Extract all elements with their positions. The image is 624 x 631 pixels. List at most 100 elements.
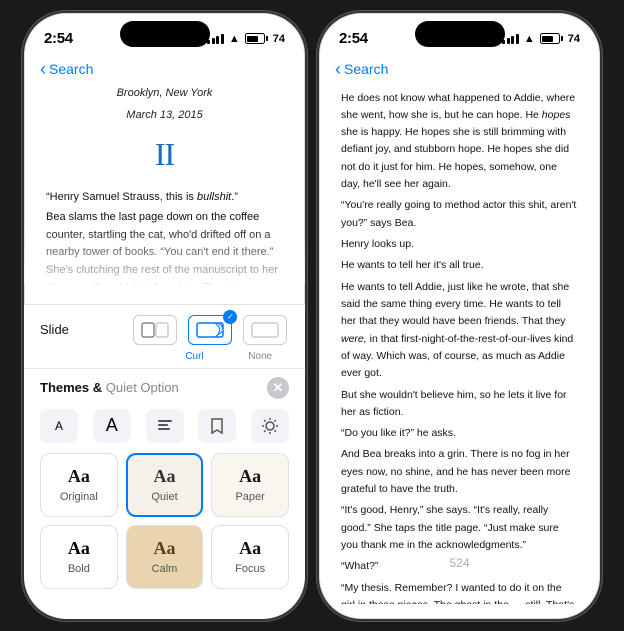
theme-focus-label: Focus <box>235 563 265 575</box>
format-button[interactable] <box>146 409 184 443</box>
themes-grid: Aa Original Aa Quiet Aa Paper Aa Bold Aa <box>24 449 305 599</box>
brightness-button[interactable] <box>251 409 289 443</box>
left-nav-bar: ‹ Search <box>24 57 305 84</box>
transitions-row: Slide ✓ <box>24 305 305 351</box>
book-chapter: II <box>46 128 283 181</box>
right-battery-body <box>540 33 560 44</box>
book-date: March 13, 2015 <box>46 106 283 124</box>
slide-label: Slide <box>40 322 69 337</box>
r-para-8: And Bea breaks into a grin. There is no … <box>341 446 578 498</box>
transition-label-curl: Curl <box>166 351 224 362</box>
right-battery-level: 74 <box>568 33 580 45</box>
none-icon <box>243 315 287 345</box>
theme-focus[interactable]: Aa Focus <box>211 525 289 589</box>
theme-quiet-label: Quiet <box>151 491 177 503</box>
theme-original-aa: Aa <box>68 466 90 487</box>
theme-paper[interactable]: Aa Paper <box>211 453 289 517</box>
right-battery-tip <box>561 36 563 41</box>
r-para-1: He does not know what happened to Addie,… <box>341 90 578 194</box>
signal-bar-4 <box>221 34 224 44</box>
right-nav-back[interactable]: ‹ Search <box>335 61 388 78</box>
signal-bars <box>207 34 224 44</box>
r-para-9: “It's good, Henry,” she says. “It's real… <box>341 502 578 554</box>
battery-icon <box>245 33 268 44</box>
theme-calm-aa: Aa <box>153 538 175 559</box>
transition-label-none: None <box>231 351 289 362</box>
battery-level: 74 <box>273 33 285 45</box>
dynamic-island <box>120 21 210 47</box>
r-signal-bar-4 <box>516 34 519 44</box>
battery-body <box>245 33 265 44</box>
r-para-11: “My thesis. Remember? I wanted to do it … <box>341 580 578 604</box>
right-battery-fill <box>542 36 553 42</box>
r-para-5: He wants to tell Addie, just like he wro… <box>341 279 578 383</box>
transition-labels: Curl None <box>24 351 305 368</box>
right-back-arrow-icon: ‹ <box>335 60 341 78</box>
para-1: “Henry Samuel Strauss, this is bullshit.… <box>46 189 283 207</box>
bottom-panel: Slide ✓ <box>24 304 305 619</box>
bookmark-button[interactable] <box>198 409 236 443</box>
theme-bold-aa: Aa <box>68 538 90 559</box>
theme-calm-label: Calm <box>152 563 178 575</box>
theme-original-label: Original <box>60 491 98 503</box>
right-status-icons: ▲ 74 <box>502 33 580 45</box>
font-decrease-button[interactable]: A <box>40 409 78 443</box>
theme-quiet-aa: Aa <box>153 466 175 487</box>
page-number: 524 <box>449 552 469 578</box>
battery-tip <box>266 36 268 41</box>
theme-calm[interactable]: Aa Calm <box>126 525 204 589</box>
themes-header: Themes & Quiet Option ✕ <box>24 373 305 403</box>
r-signal-bar-3 <box>511 36 514 44</box>
themes-header-text: Themes & Quiet Option <box>40 380 179 395</box>
theme-original[interactable]: Aa Original <box>40 453 118 517</box>
right-time: 2:54 <box>339 30 368 47</box>
left-nav-back[interactable]: ‹ Search <box>40 61 93 78</box>
r-para-3: Henry looks up. <box>341 236 578 253</box>
right-dynamic-island <box>415 21 505 47</box>
right-battery-icon <box>540 33 563 44</box>
slide-icon <box>133 315 177 345</box>
book-location: Brooklyn, New York <box>46 84 283 102</box>
r-signal-bar-1 <box>502 40 505 44</box>
check-mark: ✓ <box>223 310 237 324</box>
r-signal-bar-2 <box>507 38 510 44</box>
theme-focus-aa: Aa <box>239 538 261 559</box>
page-number-container: 524 <box>319 554 600 574</box>
close-button[interactable]: ✕ <box>267 377 289 399</box>
theme-paper-aa: Aa <box>239 466 261 487</box>
right-back-label: Search <box>344 61 388 77</box>
r-para-6: But she wouldn't believe him, so he lets… <box>341 387 578 422</box>
para-2: Bea slams the last page down on the coff… <box>46 209 283 283</box>
theme-bold-label: Bold <box>68 563 90 575</box>
left-time: 2:54 <box>44 30 73 47</box>
right-wifi-icon: ▲ <box>524 33 535 45</box>
battery-fill <box>247 36 258 42</box>
font-controls-row: A A <box>24 403 305 449</box>
signal-bar-1 <box>207 40 210 44</box>
theme-quiet[interactable]: Aa Quiet <box>126 453 204 517</box>
transition-label-slide <box>100 351 158 362</box>
book-text: “Henry Samuel Strauss, this is bullshit.… <box>46 189 283 284</box>
r-para-4: He wants to tell her it's all true. <box>341 257 578 274</box>
left-phone: 2:54 ▲ 74 ‹ <box>22 11 307 621</box>
curl-icon: ✓ <box>188 315 232 345</box>
font-increase-button[interactable]: A <box>93 409 131 443</box>
divider-1 <box>24 368 305 369</box>
phones-container: 2:54 ▲ 74 ‹ <box>22 11 602 621</box>
right-phone: 2:54 ▲ 74 ‹ <box>317 11 602 621</box>
right-nav-bar: ‹ Search <box>319 57 600 84</box>
left-book-content: Brooklyn, New York March 13, 2015 II “He… <box>24 84 305 284</box>
r-para-7: “Do you like it?” he asks. <box>341 425 578 442</box>
theme-bold[interactable]: Aa Bold <box>40 525 118 589</box>
left-back-label: Search <box>49 61 93 77</box>
theme-paper-label: Paper <box>235 491 264 503</box>
signal-bar-3 <box>216 36 219 44</box>
right-signal-bars <box>502 34 519 44</box>
transition-none[interactable] <box>242 315 289 345</box>
r-para-2: “You're really going to method actor thi… <box>341 197 578 232</box>
transition-slide[interactable] <box>132 315 179 345</box>
left-status-icons: ▲ 74 <box>207 33 285 45</box>
back-arrow-icon: ‹ <box>40 60 46 78</box>
right-book-content: He does not know what happened to Addie,… <box>319 84 600 604</box>
transition-curl[interactable]: ✓ <box>187 315 234 345</box>
